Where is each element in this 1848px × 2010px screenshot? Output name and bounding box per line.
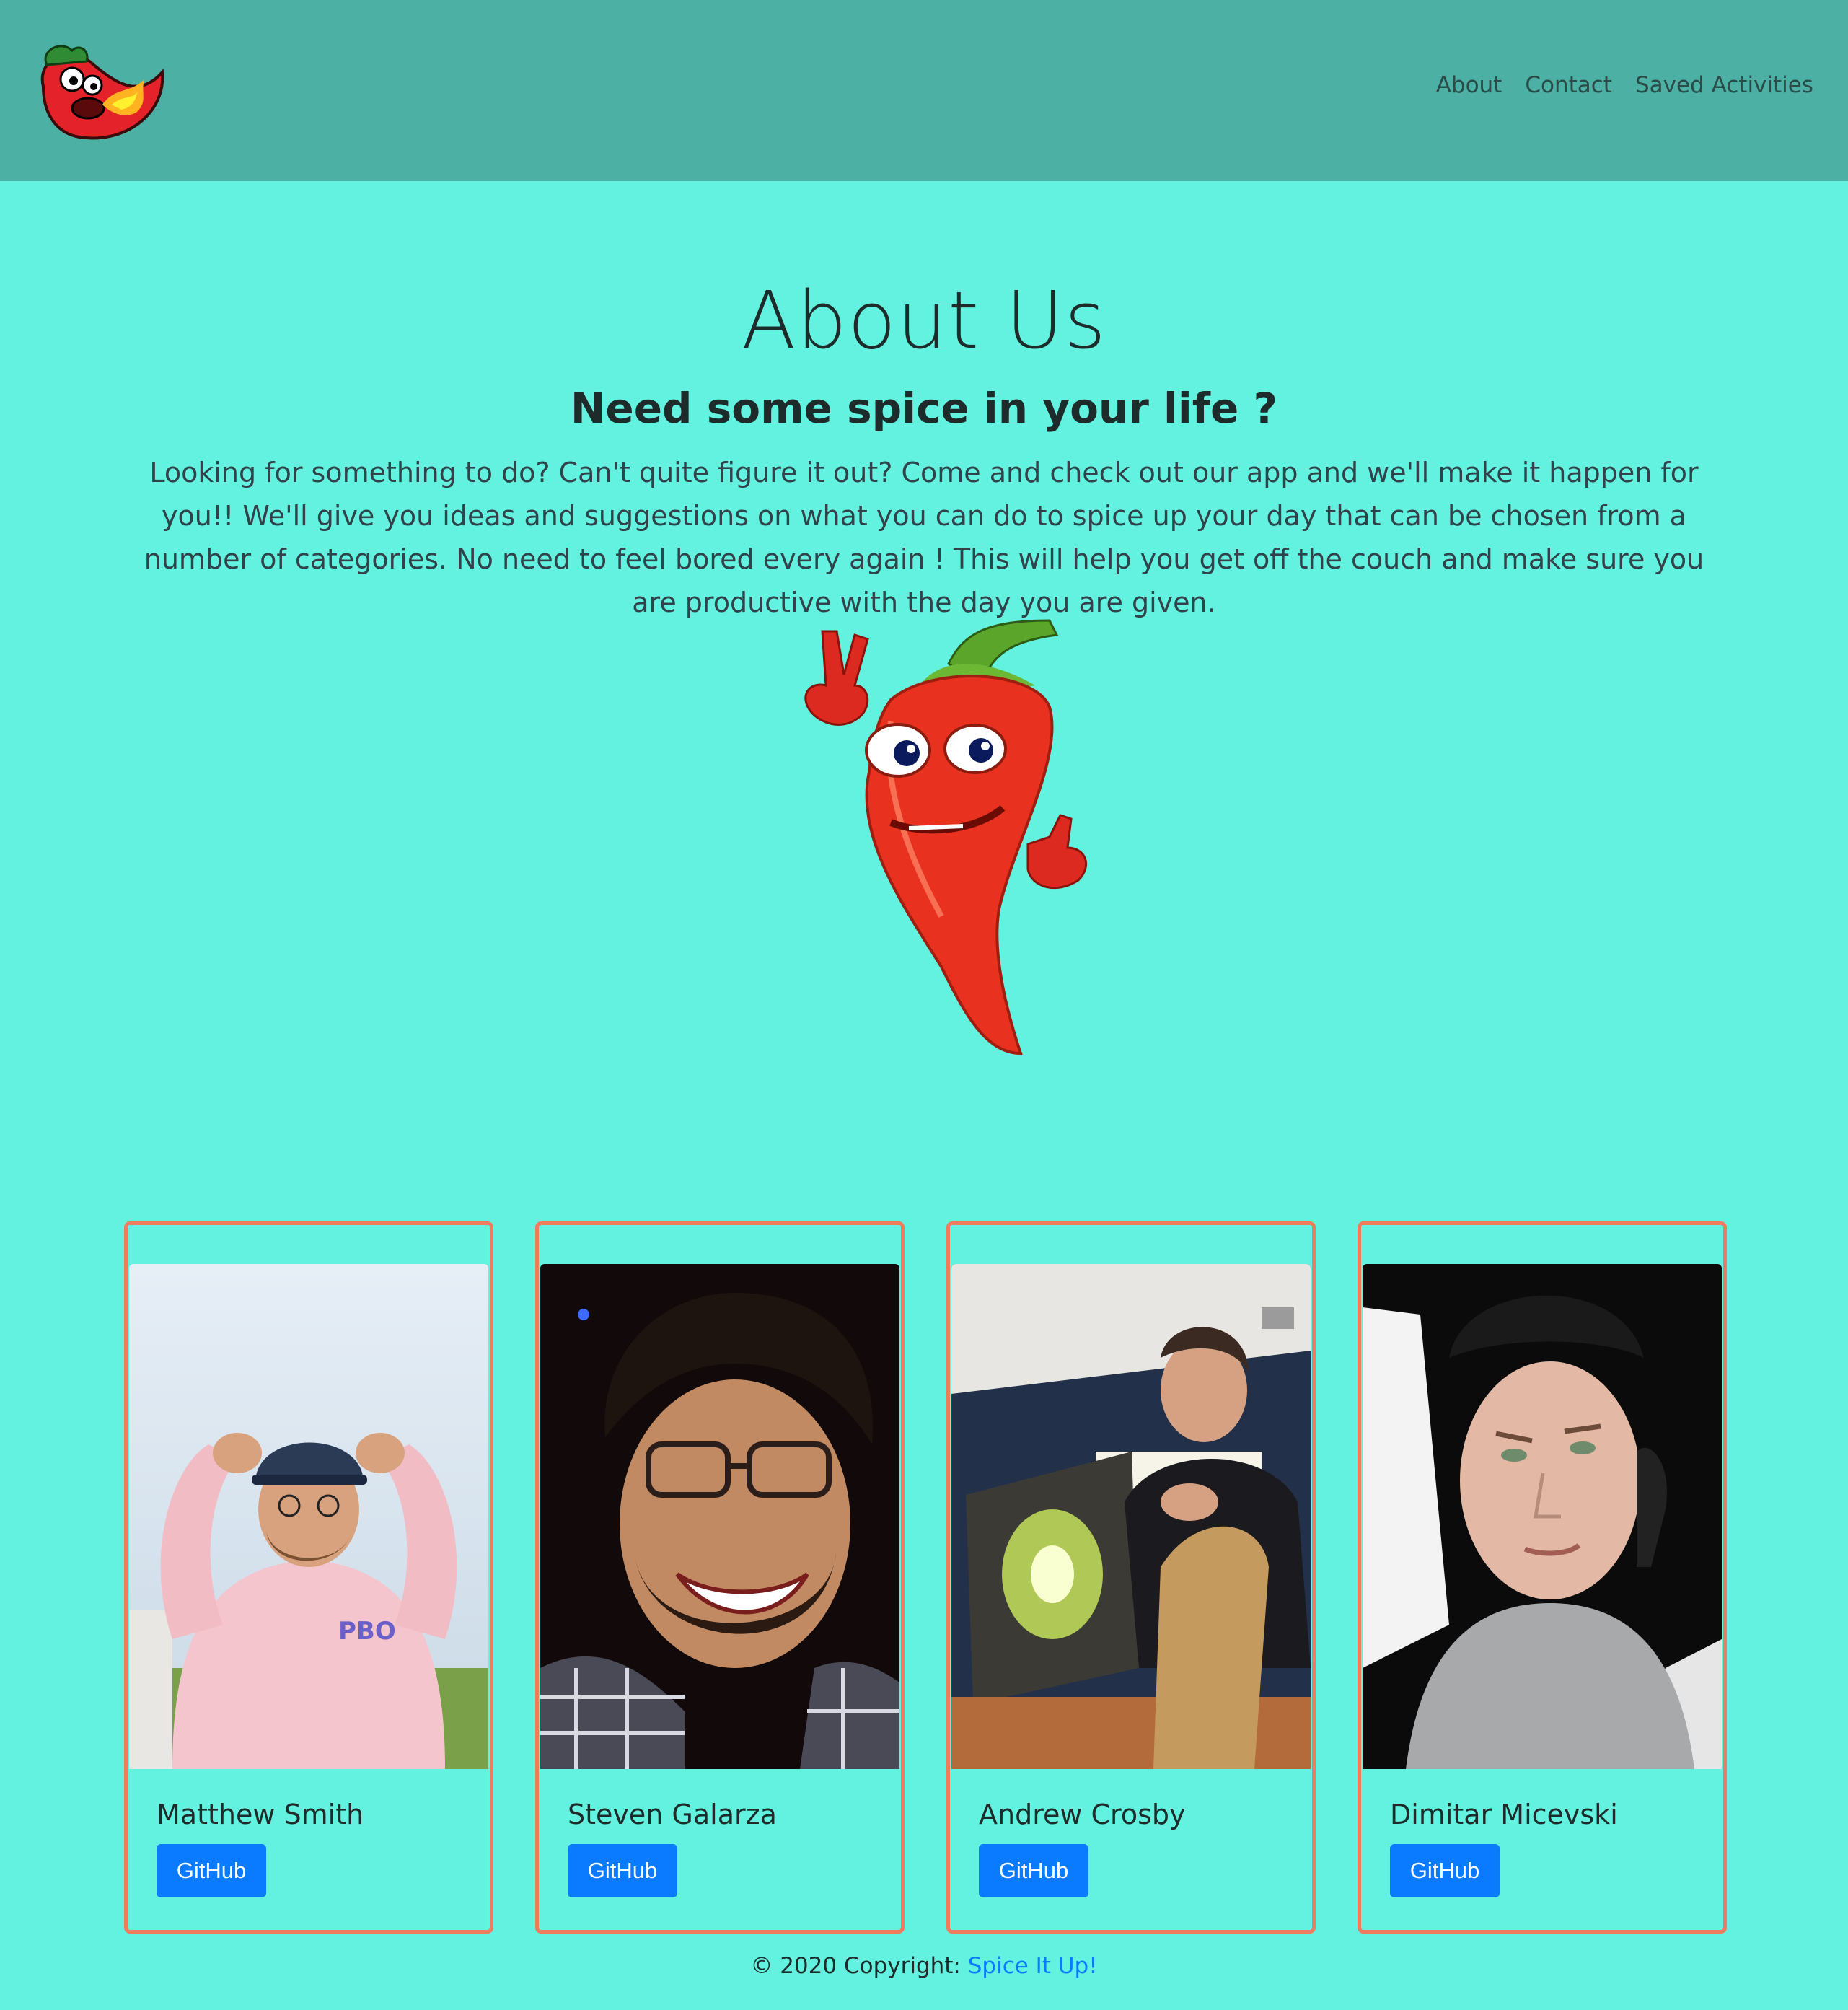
github-button[interactable]: GitHub [568,1844,677,1897]
avatar [1363,1264,1722,1769]
page-title: About Us [741,274,1106,367]
team-card-andrew: Andrew Crosby GitHub [946,1221,1316,1934]
avatar: PBO [129,1264,488,1769]
github-button[interactable]: GitHub [157,1844,266,1897]
avatar [540,1264,899,1769]
nav-about-link[interactable]: About [1436,72,1502,98]
nav-links: About Contact Saved Activities [1436,72,1813,98]
member-name: Andrew Crosby [979,1799,1186,1830]
footer-link[interactable]: Spice It Up! [968,1953,1098,1979]
footer: © 2020 Copyright: Spice It Up! [0,1953,1848,1979]
team-card-steven: Steven Galarza GitHub [535,1221,905,1934]
chili-mascot-image [747,606,1100,1068]
tagline: Need some spice in your life ? [570,384,1278,433]
brand-logo[interactable] [22,36,173,144]
team-card-matthew: PBO Matthew Smith GitHub [124,1221,493,1934]
intro-paragraph: Looking for something to do? Can't quite… [144,457,1704,618]
avatar [951,1264,1311,1769]
chili-logo-icon [40,45,164,140]
member-name: Dimitar Micevski [1390,1799,1618,1830]
github-button[interactable]: GitHub [1390,1844,1500,1897]
team-card-dimitar: Dimitar Micevski GitHub [1358,1221,1727,1934]
github-button[interactable]: GitHub [979,1844,1088,1897]
nav-contact-link[interactable]: Contact [1525,72,1612,98]
nav-saved-activities-link[interactable]: Saved Activities [1635,72,1813,98]
navbar: About Contact Saved Activities [0,0,1848,181]
member-name: Steven Galarza [568,1799,777,1830]
copyright-text: © 2020 Copyright: [750,1953,968,1979]
svg-text:PBO: PBO [338,1617,396,1646]
member-name: Matthew Smith [157,1799,364,1830]
